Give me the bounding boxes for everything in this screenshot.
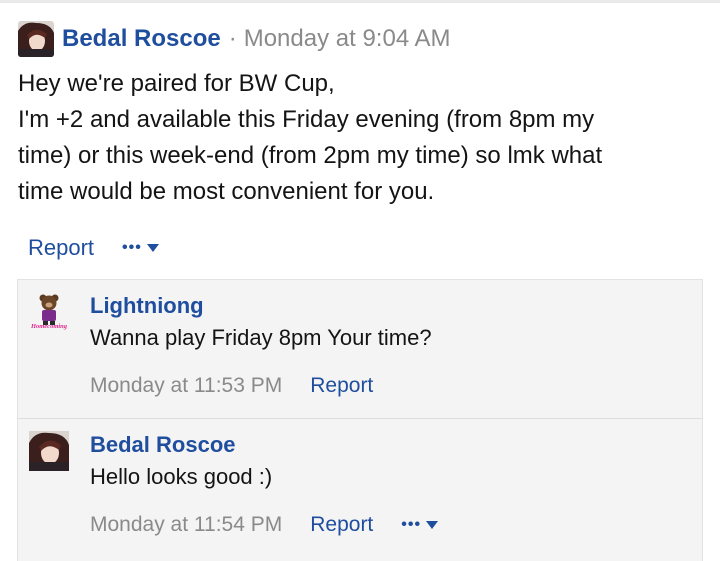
ellipsis-icon: ••• [122, 239, 142, 256]
post-body-line: Hey we're paired for BW Cup, [18, 70, 335, 97]
post-actions: Report ••• [28, 232, 159, 264]
post-timestamp[interactable]: Monday at 9:04 AM [244, 25, 451, 53]
ellipsis-icon: ••• [401, 516, 422, 533]
user-avatar-icon [18, 21, 54, 57]
post-body-line: time) or this week-end (from 2pm my time… [18, 142, 603, 169]
comment-timestamp[interactable]: Monday at 11:54 PM [90, 513, 282, 537]
comment-text: Wanna play Friday 8pm Your time? [90, 325, 432, 350]
report-button[interactable]: Report [28, 235, 94, 261]
top-divider [0, 0, 720, 3]
more-options-button[interactable]: ••• [122, 240, 159, 256]
comment-author-name[interactable]: Bedal Roscoe [90, 432, 236, 458]
post-author-name[interactable]: Bedal Roscoe [62, 25, 221, 53]
user-avatar-icon [29, 431, 69, 471]
comment-actions: Monday at 11:54 PM Report ••• [90, 510, 439, 540]
chevron-down-icon [146, 244, 159, 252]
comment-actions: Monday at 11:53 PM Report [90, 371, 373, 401]
post-header: Bedal Roscoe · Monday at 9:04 AM [18, 21, 451, 57]
avatar-logo-text: Homecoming [30, 323, 68, 330]
comments-section: Homecoming Lightniong Wanna play Friday … [17, 279, 703, 561]
comment-avatar[interactable]: Homecoming [29, 292, 69, 332]
author-avatar[interactable] [18, 21, 54, 57]
comment-author-name[interactable]: Lightniong [90, 293, 204, 319]
more-options-button[interactable]: ••• [401, 516, 439, 533]
post-body-line: time would be most convenient for you. [18, 178, 435, 205]
comment-item: Homecoming Lightniong Wanna play Friday … [18, 280, 702, 419]
comment-timestamp[interactable]: Monday at 11:53 PM [90, 374, 282, 398]
chevron-down-icon [426, 521, 439, 529]
post-body-line: I'm +2 and available this Friday evening… [18, 106, 595, 133]
report-button[interactable]: Report [310, 374, 373, 398]
meta-separator: · [228, 25, 237, 52]
post-body: Hey we're paired for BW Cup, I'm +2 and … [18, 66, 708, 210]
comment-item: Bedal Roscoe Hello looks good :) Monday … [18, 419, 702, 561]
comment-text: Hello looks good :) [90, 464, 273, 489]
comment-avatar[interactable] [29, 431, 69, 471]
report-button[interactable]: Report [310, 513, 373, 537]
